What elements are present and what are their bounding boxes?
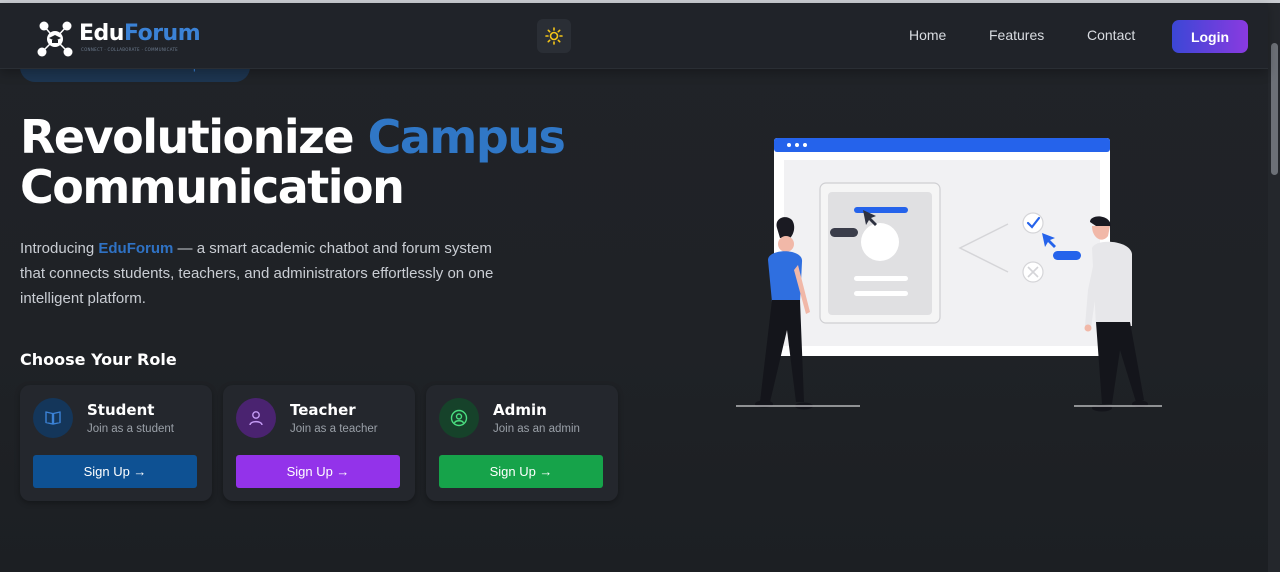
role-card-student: Student Join as a student Sign Up →	[20, 385, 212, 501]
logo-text: EduForum	[79, 21, 201, 46]
hero-description: Introducing EduForum — a smart academic …	[20, 236, 520, 311]
logo-network-icon	[37, 21, 73, 57]
role-card-teacher: Teacher Join as a teacher Sign Up →	[223, 385, 415, 501]
role-name-teacher: Teacher	[290, 401, 356, 419]
logo[interactable]: EduForum CONNECT · COLLABORATE · COMMUNI…	[34, 17, 204, 61]
hero-title-line2: Communication	[20, 160, 405, 214]
navbar: EduForum CONNECT · COLLABORATE · COMMUNI…	[0, 3, 1268, 69]
role-sub-admin: Join as an admin	[493, 423, 580, 435]
book-icon	[45, 411, 61, 425]
role-icon-admin	[439, 398, 479, 438]
role-icon-teacher	[236, 398, 276, 438]
user-circle-icon	[450, 409, 468, 427]
role-sub-student: Join as a student	[87, 423, 174, 435]
signup-button-teacher[interactable]: Sign Up →	[236, 455, 400, 488]
hero-title-line1: Revolutionize	[20, 110, 355, 164]
logo-tagline: CONNECT · COLLABORATE · COMMUNICATE	[81, 47, 179, 52]
login-button[interactable]: Login	[1172, 20, 1248, 53]
signup-button-admin[interactable]: Sign Up →	[439, 455, 603, 488]
scrollbar-thumb[interactable]	[1271, 43, 1278, 175]
nav-link-home[interactable]: Home	[909, 27, 946, 43]
theme-toggle-button[interactable]	[537, 19, 571, 53]
role-icon-student	[33, 398, 73, 438]
sun-icon	[545, 27, 563, 45]
signup-button-student[interactable]: Sign Up →	[33, 455, 197, 488]
role-heading: Choose Your Role	[20, 350, 177, 369]
role-name-student: Student	[87, 401, 155, 419]
nav-link-contact[interactable]: Contact	[1087, 27, 1135, 43]
logo-text-forum: Forum	[123, 21, 201, 46]
logo-text-edu: Edu	[79, 21, 124, 46]
page-scrollbar[interactable]	[1268, 3, 1280, 572]
role-name-admin: Admin	[493, 401, 547, 419]
user-icon	[249, 411, 263, 426]
board-top-bar	[774, 138, 1110, 152]
hero-title: Revolutionize Campus Communication	[20, 110, 566, 214]
hero-illustration	[736, 138, 1162, 412]
hero-title-accent: Campus	[367, 110, 566, 164]
hero-desc-brand: EduForum	[98, 240, 174, 257]
check-circle-icon	[1022, 212, 1044, 234]
nav-link-features[interactable]: Features	[989, 27, 1044, 43]
hero-desc-intro: Introducing	[20, 240, 99, 257]
role-card-admin: Admin Join as an admin Sign Up →	[426, 385, 618, 501]
role-sub-teacher: Join as a teacher	[290, 423, 378, 435]
